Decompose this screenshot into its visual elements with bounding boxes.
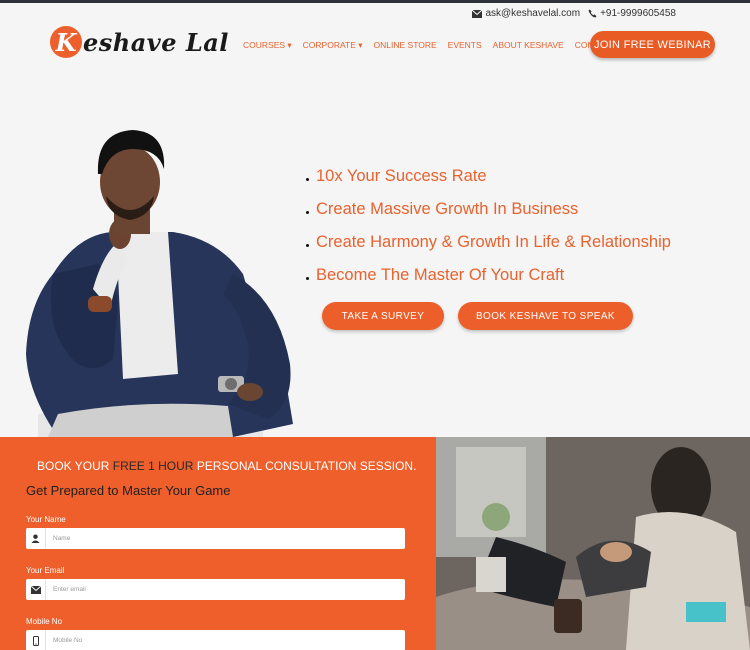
nav-about[interactable]: ABOUT KESHAVE <box>493 40 564 51</box>
nav-events[interactable]: EVENTS <box>448 40 482 51</box>
mobile-label: Mobile No <box>26 617 63 626</box>
bullet-dot <box>306 178 309 181</box>
mobile-placeholder: Mobile No <box>53 637 83 644</box>
contact-bar: ask@keshavelal.com +91-9999605458 <box>472 8 676 19</box>
nav-corporate[interactable]: CORPORATE ▾ <box>303 40 363 51</box>
email-label: Your Email <box>26 566 65 575</box>
email-text: ask@keshavelal.com <box>485 8 581 19</box>
benefit-item: 10x Your Success Rate <box>306 160 671 193</box>
consultation-form: BOOK YOUR FREE 1 HOUR PERSONAL CONSULTAT… <box>0 437 436 650</box>
top-border <box>0 0 750 3</box>
name-placeholder: Name <box>53 535 71 542</box>
email-placeholder: Enter email <box>53 586 86 593</box>
mobile-icon <box>26 630 46 650</box>
main-nav: COURSES ▾ CORPORATE ▾ ONLINE STORE EVENT… <box>243 40 615 51</box>
book-speaker-button[interactable]: BOOK KESHAVE TO SPEAK <box>458 302 633 330</box>
email-input[interactable]: Enter email <box>26 579 405 600</box>
logo-text: eshave Lal <box>83 27 229 57</box>
benefit-item: Become The Master Of Your Craft <box>306 259 671 292</box>
mobile-input[interactable]: Mobile No <box>26 630 405 650</box>
user-icon <box>26 528 46 549</box>
hero-benefits-list: 10x Your Success Rate Create Massive Gro… <box>306 160 671 292</box>
bullet-dot <box>306 211 309 214</box>
form-heading: BOOK YOUR FREE 1 HOUR PERSONAL CONSULTAT… <box>37 459 417 473</box>
bullet-dot <box>306 277 309 280</box>
phone-contact[interactable]: +91-9999605458 <box>588 8 676 19</box>
email-contact[interactable]: ask@keshavelal.com <box>472 8 580 19</box>
handshake-photo <box>436 437 750 650</box>
nav-courses[interactable]: COURSES ▾ <box>243 40 292 51</box>
phone-text: +91-9999605458 <box>600 8 676 19</box>
form-subheading: Get Prepared to Master Your Game <box>26 483 231 498</box>
name-label: Your Name <box>26 515 66 524</box>
site-logo[interactable]: K eshave Lal <box>50 26 229 58</box>
benefit-item: Create Massive Growth In Business <box>306 193 671 226</box>
logo-initial: K <box>50 26 82 58</box>
nav-online-store[interactable]: ONLINE STORE <box>374 40 437 51</box>
phone-icon <box>588 9 597 18</box>
join-webinar-button[interactable]: JOIN FREE WEBINAR <box>590 31 715 58</box>
speaker-portrait <box>26 130 293 437</box>
bullet-dot <box>306 244 309 247</box>
envelope-icon <box>472 9 483 18</box>
name-input[interactable]: Name <box>26 528 405 549</box>
benefit-item: Create Harmony & Growth In Life & Relati… <box>306 226 671 259</box>
envelope-icon <box>26 579 46 600</box>
take-survey-button[interactable]: TAKE A SURVEY <box>322 302 444 330</box>
